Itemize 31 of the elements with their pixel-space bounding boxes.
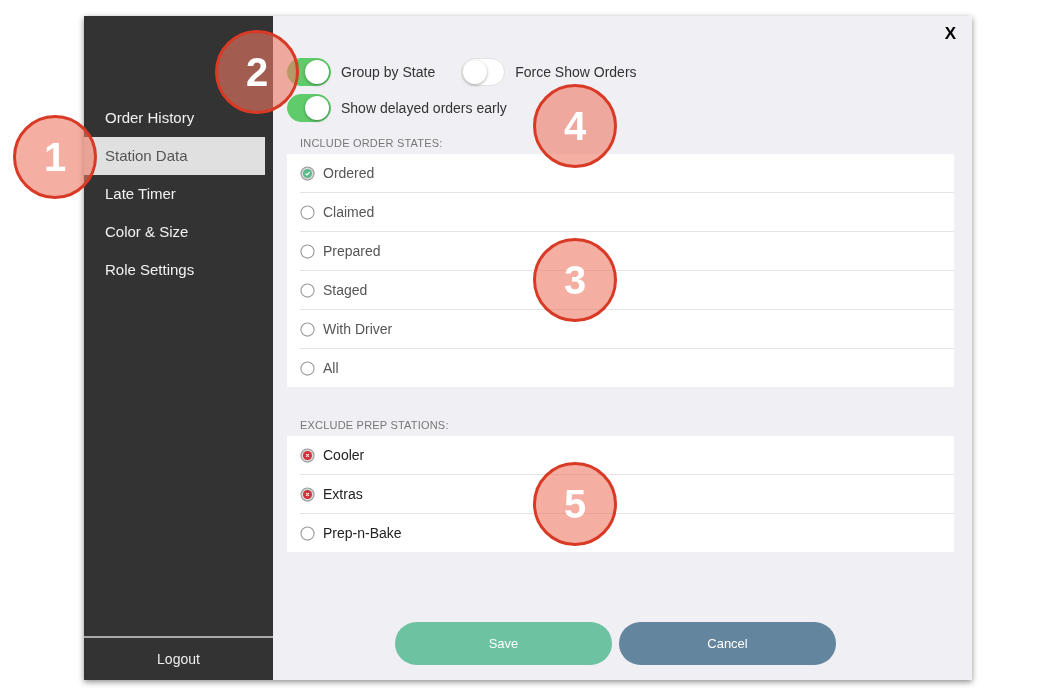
cancel-button[interactable]: Cancel	[619, 622, 836, 665]
radio-button[interactable]	[300, 486, 315, 502]
toggle-switch[interactable]	[287, 58, 331, 86]
toggle-label: Group by State	[341, 64, 436, 80]
section-heading: EXCLUDE PREP STATIONS:	[300, 419, 450, 431]
close-button[interactable]: X	[944, 24, 956, 50]
toggle-switch[interactable]	[287, 94, 331, 122]
callout-marker: 2	[215, 30, 299, 114]
radio-button[interactable]	[300, 204, 315, 220]
toggle-label: Show delayed orders early	[341, 100, 507, 116]
radio-button[interactable]	[300, 165, 315, 181]
callout-marker: 5	[533, 462, 617, 546]
sidebar-item[interactable]: Station Data	[84, 137, 265, 175]
option-row[interactable]: Claimed	[300, 193, 954, 232]
option-row[interactable]: With Driver	[300, 310, 954, 349]
option-row[interactable]: Ordered	[300, 154, 954, 193]
radio-button[interactable]	[300, 360, 315, 376]
radio-button[interactable]	[300, 282, 315, 298]
callout-marker: 4	[533, 84, 617, 168]
radio-button[interactable]	[300, 243, 315, 259]
callout-marker: 3	[533, 238, 617, 322]
radio-button[interactable]	[300, 321, 315, 337]
sidebar-item[interactable]: Role Settings	[84, 251, 265, 289]
radio-button[interactable]	[300, 525, 315, 541]
radio-button[interactable]	[300, 447, 315, 463]
option-row[interactable]: Cooler	[300, 436, 954, 475]
option-row[interactable]: All	[300, 349, 954, 387]
toggle-label: Force Show Orders	[515, 64, 637, 80]
sidebar-item[interactable]: Color & Size	[84, 213, 265, 251]
section-heading: INCLUDE ORDER STATES:	[300, 137, 444, 149]
callout-marker: 1	[13, 115, 97, 199]
